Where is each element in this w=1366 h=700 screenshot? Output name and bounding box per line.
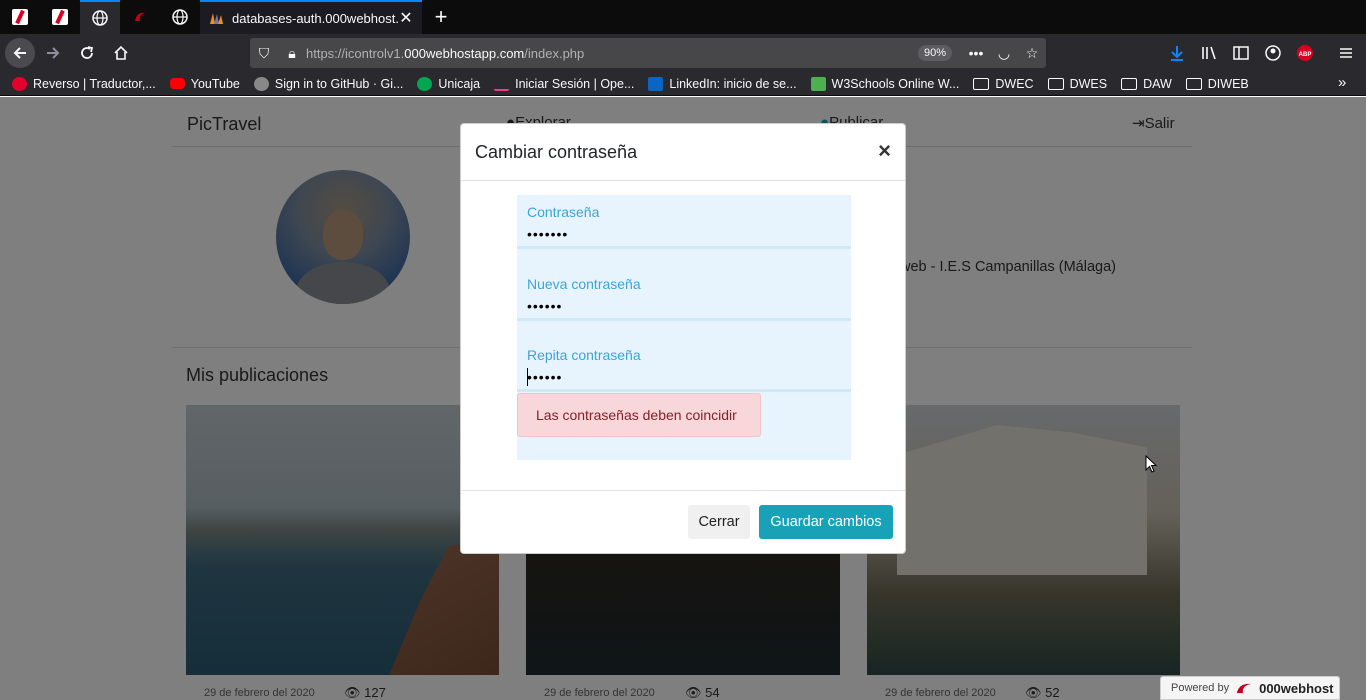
new-tab-icon[interactable]: + xyxy=(422,4,460,30)
current-password-field[interactable]: Contraseña ••••••• xyxy=(517,195,851,249)
url-path: /index.php xyxy=(524,45,585,61)
url-host: 000webhostapp.com xyxy=(404,45,525,61)
modal-title: Cambiar contraseña xyxy=(475,142,638,162)
adblock-icon[interactable]: ABP xyxy=(1296,38,1314,68)
new-password-field[interactable]: Nueva contraseña •••••• xyxy=(517,267,851,321)
downloads-icon[interactable] xyxy=(1168,38,1186,68)
pocket-icon[interactable]: ◡ xyxy=(990,45,1018,62)
lock-icon[interactable]: 🔒︎ xyxy=(278,45,306,62)
bookmark-folder-diweb[interactable]: DIWEB xyxy=(1185,77,1249,91)
current-password-label: Contraseña xyxy=(527,204,600,220)
close-tab-icon[interactable]: ✕ xyxy=(398,8,414,28)
change-password-modal: Cambiar contraseña × Contraseña ••••••• … xyxy=(460,123,906,554)
zoom-badge[interactable]: 90% xyxy=(917,45,952,61)
navigation-toolbar: ⛉ 🔒︎ https://icontrolv1.000webhostapp.co… xyxy=(0,34,1366,72)
bookmark-github[interactable]: Sign in to GitHub · Gi... xyxy=(253,76,403,91)
bookmark-youtube[interactable]: YouTube xyxy=(169,77,240,91)
modal-header: Cambiar contraseña × xyxy=(461,124,905,181)
webhost-logo-icon xyxy=(1237,683,1252,693)
youtube-icon xyxy=(169,78,185,89)
bookmark-folder-daw[interactable]: DAW xyxy=(1121,77,1172,91)
bookmark-openwebinars[interactable]: Iniciar Sesión | Ope... xyxy=(494,77,634,91)
arrow-left-icon xyxy=(13,47,26,59)
new-password-label: Nueva contraseña xyxy=(527,276,641,292)
tab-bar: databases-auth.000webhost.c ✕ + xyxy=(0,0,1366,34)
phpmyadmin-icon xyxy=(210,13,223,24)
sidebar-icon[interactable] xyxy=(1232,38,1250,68)
modal-footer: Cerrar Guardar cambios xyxy=(461,490,905,554)
powered-by-brand: 000webhost xyxy=(1259,680,1334,696)
svg-text:ABP: ABP xyxy=(1299,52,1312,58)
globe-icon xyxy=(92,10,108,26)
url-text: https://icontrolv1.000webhostapp.com/ind… xyxy=(306,46,584,61)
url-bar[interactable]: ⛉ 🔒︎ https://icontrolv1.000webhostapp.co… xyxy=(250,38,1046,68)
reverso-icon xyxy=(12,76,27,91)
linkedin-icon xyxy=(648,76,664,91)
folder-icon xyxy=(1185,77,1202,90)
reload-icon xyxy=(81,46,94,59)
globe-icon xyxy=(172,9,188,25)
new-password-input[interactable]: •••••• xyxy=(527,298,562,314)
library-icon[interactable] xyxy=(1200,38,1218,68)
home-button[interactable] xyxy=(105,37,137,69)
bookmark-star-icon[interactable]: ☆ xyxy=(1018,45,1046,62)
mouse-cursor-icon xyxy=(1145,455,1157,473)
webhost-logo-icon xyxy=(135,12,145,21)
back-button[interactable] xyxy=(5,38,35,68)
pdf-icon xyxy=(52,9,68,25)
tab-active[interactable]: databases-auth.000webhost.c ✕ xyxy=(200,0,422,34)
arrow-right-icon xyxy=(47,47,60,59)
unicaja-icon xyxy=(417,76,433,91)
pdf-icon xyxy=(12,9,28,25)
url-prefix: https://icontrolv1. xyxy=(306,45,405,61)
tab-pinned-2[interactable] xyxy=(40,0,80,34)
bookmark-reverso[interactable]: Reverso | Traductor,... xyxy=(12,76,156,91)
forward-button[interactable] xyxy=(37,37,69,69)
save-button[interactable]: Guardar cambios xyxy=(759,505,893,539)
w3schools-icon xyxy=(810,76,826,91)
tab-pinned-3[interactable] xyxy=(80,0,120,34)
shield-icon[interactable]: ⛉ xyxy=(250,45,278,62)
repeat-password-input[interactable]: •••••• xyxy=(527,369,562,385)
folder-icon xyxy=(973,77,990,90)
cancel-button[interactable]: Cerrar xyxy=(688,505,750,539)
more-bookmarks-icon[interactable]: » xyxy=(1338,74,1346,91)
bookmark-unicaja[interactable]: Unicaja xyxy=(417,76,480,91)
menu-icon[interactable] xyxy=(1337,38,1355,68)
close-icon[interactable]: × xyxy=(878,138,891,164)
bookmark-linkedin[interactable]: LinkedIn: inicio de se... xyxy=(648,76,797,91)
bookmarks-toolbar: Reverso | Traductor,... YouTube Sign in … xyxy=(0,72,1366,96)
github-icon xyxy=(253,76,269,91)
current-password-input[interactable]: ••••••• xyxy=(527,226,568,242)
error-alert: Las contraseñas deben coincidir xyxy=(517,393,761,437)
folder-icon xyxy=(1121,77,1138,90)
bookmark-w3schools[interactable]: W3Schools Online W... xyxy=(810,76,959,91)
tab-pinned-4[interactable] xyxy=(120,0,160,34)
bookmark-folder-dwec[interactable]: DWEC xyxy=(973,77,1034,91)
reload-button[interactable] xyxy=(71,37,103,69)
text-caret xyxy=(527,368,528,386)
tab-pinned-1[interactable] xyxy=(0,0,40,34)
password-form: Contraseña ••••••• Nueva contraseña ••••… xyxy=(517,195,851,460)
bookmark-folder-dwes[interactable]: DWES xyxy=(1047,77,1107,91)
page-actions-icon[interactable]: ••• xyxy=(962,45,990,61)
repeat-password-label: Repita contraseña xyxy=(527,347,641,363)
powered-by-text: Powered by xyxy=(1171,682,1230,694)
powered-by-badge[interactable]: Powered by 000webhost xyxy=(1160,676,1340,700)
tab-pinned-5[interactable] xyxy=(160,0,200,34)
home-icon xyxy=(114,45,128,60)
openwebinars-icon xyxy=(494,77,510,91)
folder-icon xyxy=(1047,77,1064,90)
tab-title: databases-auth.000webhost.c xyxy=(232,10,398,26)
repeat-password-field[interactable]: Repita contraseña •••••• xyxy=(517,338,851,392)
account-icon[interactable] xyxy=(1264,38,1282,68)
